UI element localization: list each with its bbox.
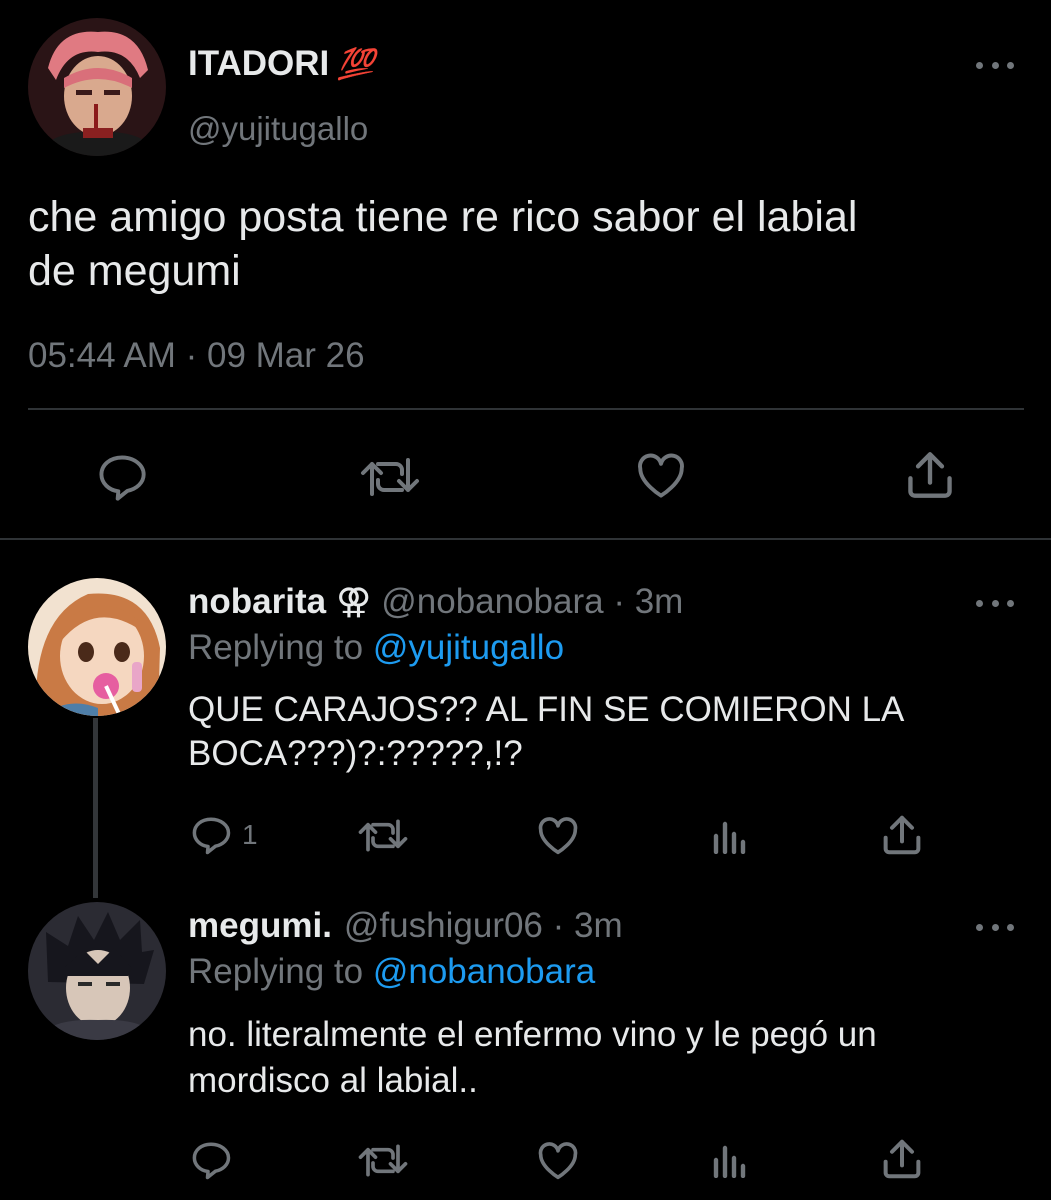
like-icon[interactable] [634,452,688,500]
more-icon[interactable] [976,920,1014,934]
thread-line [93,718,98,898]
analytics-icon[interactable] [712,1142,748,1178]
share-icon[interactable] [882,1138,922,1180]
avatar[interactable] [28,578,166,716]
reply-text: QUE CARAJOS?? AL FIN SE COMIERON LA BOCA… [188,690,905,773]
retweet-icon[interactable] [358,1143,408,1178]
reply-text: no. literalmente el enfermo vino y le pe… [188,1015,877,1100]
handle[interactable]: @yujitugallo [188,110,368,148]
divider [28,408,1024,410]
analytics-icon[interactable] [712,818,748,854]
display-name[interactable]: ITADORI [188,44,329,84]
replying-to: Replying to @nobanobara [188,952,596,991]
replying-to-link[interactable]: @yujitugallo [373,628,564,667]
like-icon[interactable] [536,1141,580,1181]
handle-time[interactable]: @nobanobara · 3m [381,582,683,622]
display-name[interactable]: nobarita [188,582,326,622]
retweet-icon[interactable] [360,456,420,498]
handle-time[interactable]: @fushigur06 · 3m [344,906,623,946]
more-icon[interactable] [976,58,1014,72]
hundred-emoji-icon: 💯 [337,47,375,81]
more-icon[interactable] [976,596,1014,610]
reply-count: 1 [242,819,258,850]
share-icon[interactable] [882,814,922,856]
retweet-icon[interactable] [358,818,408,853]
replying-to-link[interactable]: @nobanobara [373,952,595,991]
share-icon[interactable] [906,450,954,500]
display-name[interactable]: megumi. [188,906,332,946]
reply-header: nobarita ⚢ @nobanobara · 3m [188,582,683,622]
avatar[interactable] [28,902,166,1040]
like-icon[interactable] [536,816,580,856]
avatar[interactable] [28,18,166,156]
name-emoji-icon: ⚢ [336,582,372,621]
reply-icon[interactable] [96,453,148,501]
reply-header: megumi. @fushigur06 · 3m [188,906,623,946]
reply-icon[interactable]: 1 [190,815,258,855]
replying-to: Replying to @yujitugallo [188,628,565,667]
section-divider [0,538,1051,540]
timestamp[interactable]: 05:44 AM · 09 Mar 26 [28,336,365,376]
reply-icon[interactable] [190,1140,232,1180]
tweet-text: che amigo posta tiene re rico sabor el l… [28,193,858,295]
